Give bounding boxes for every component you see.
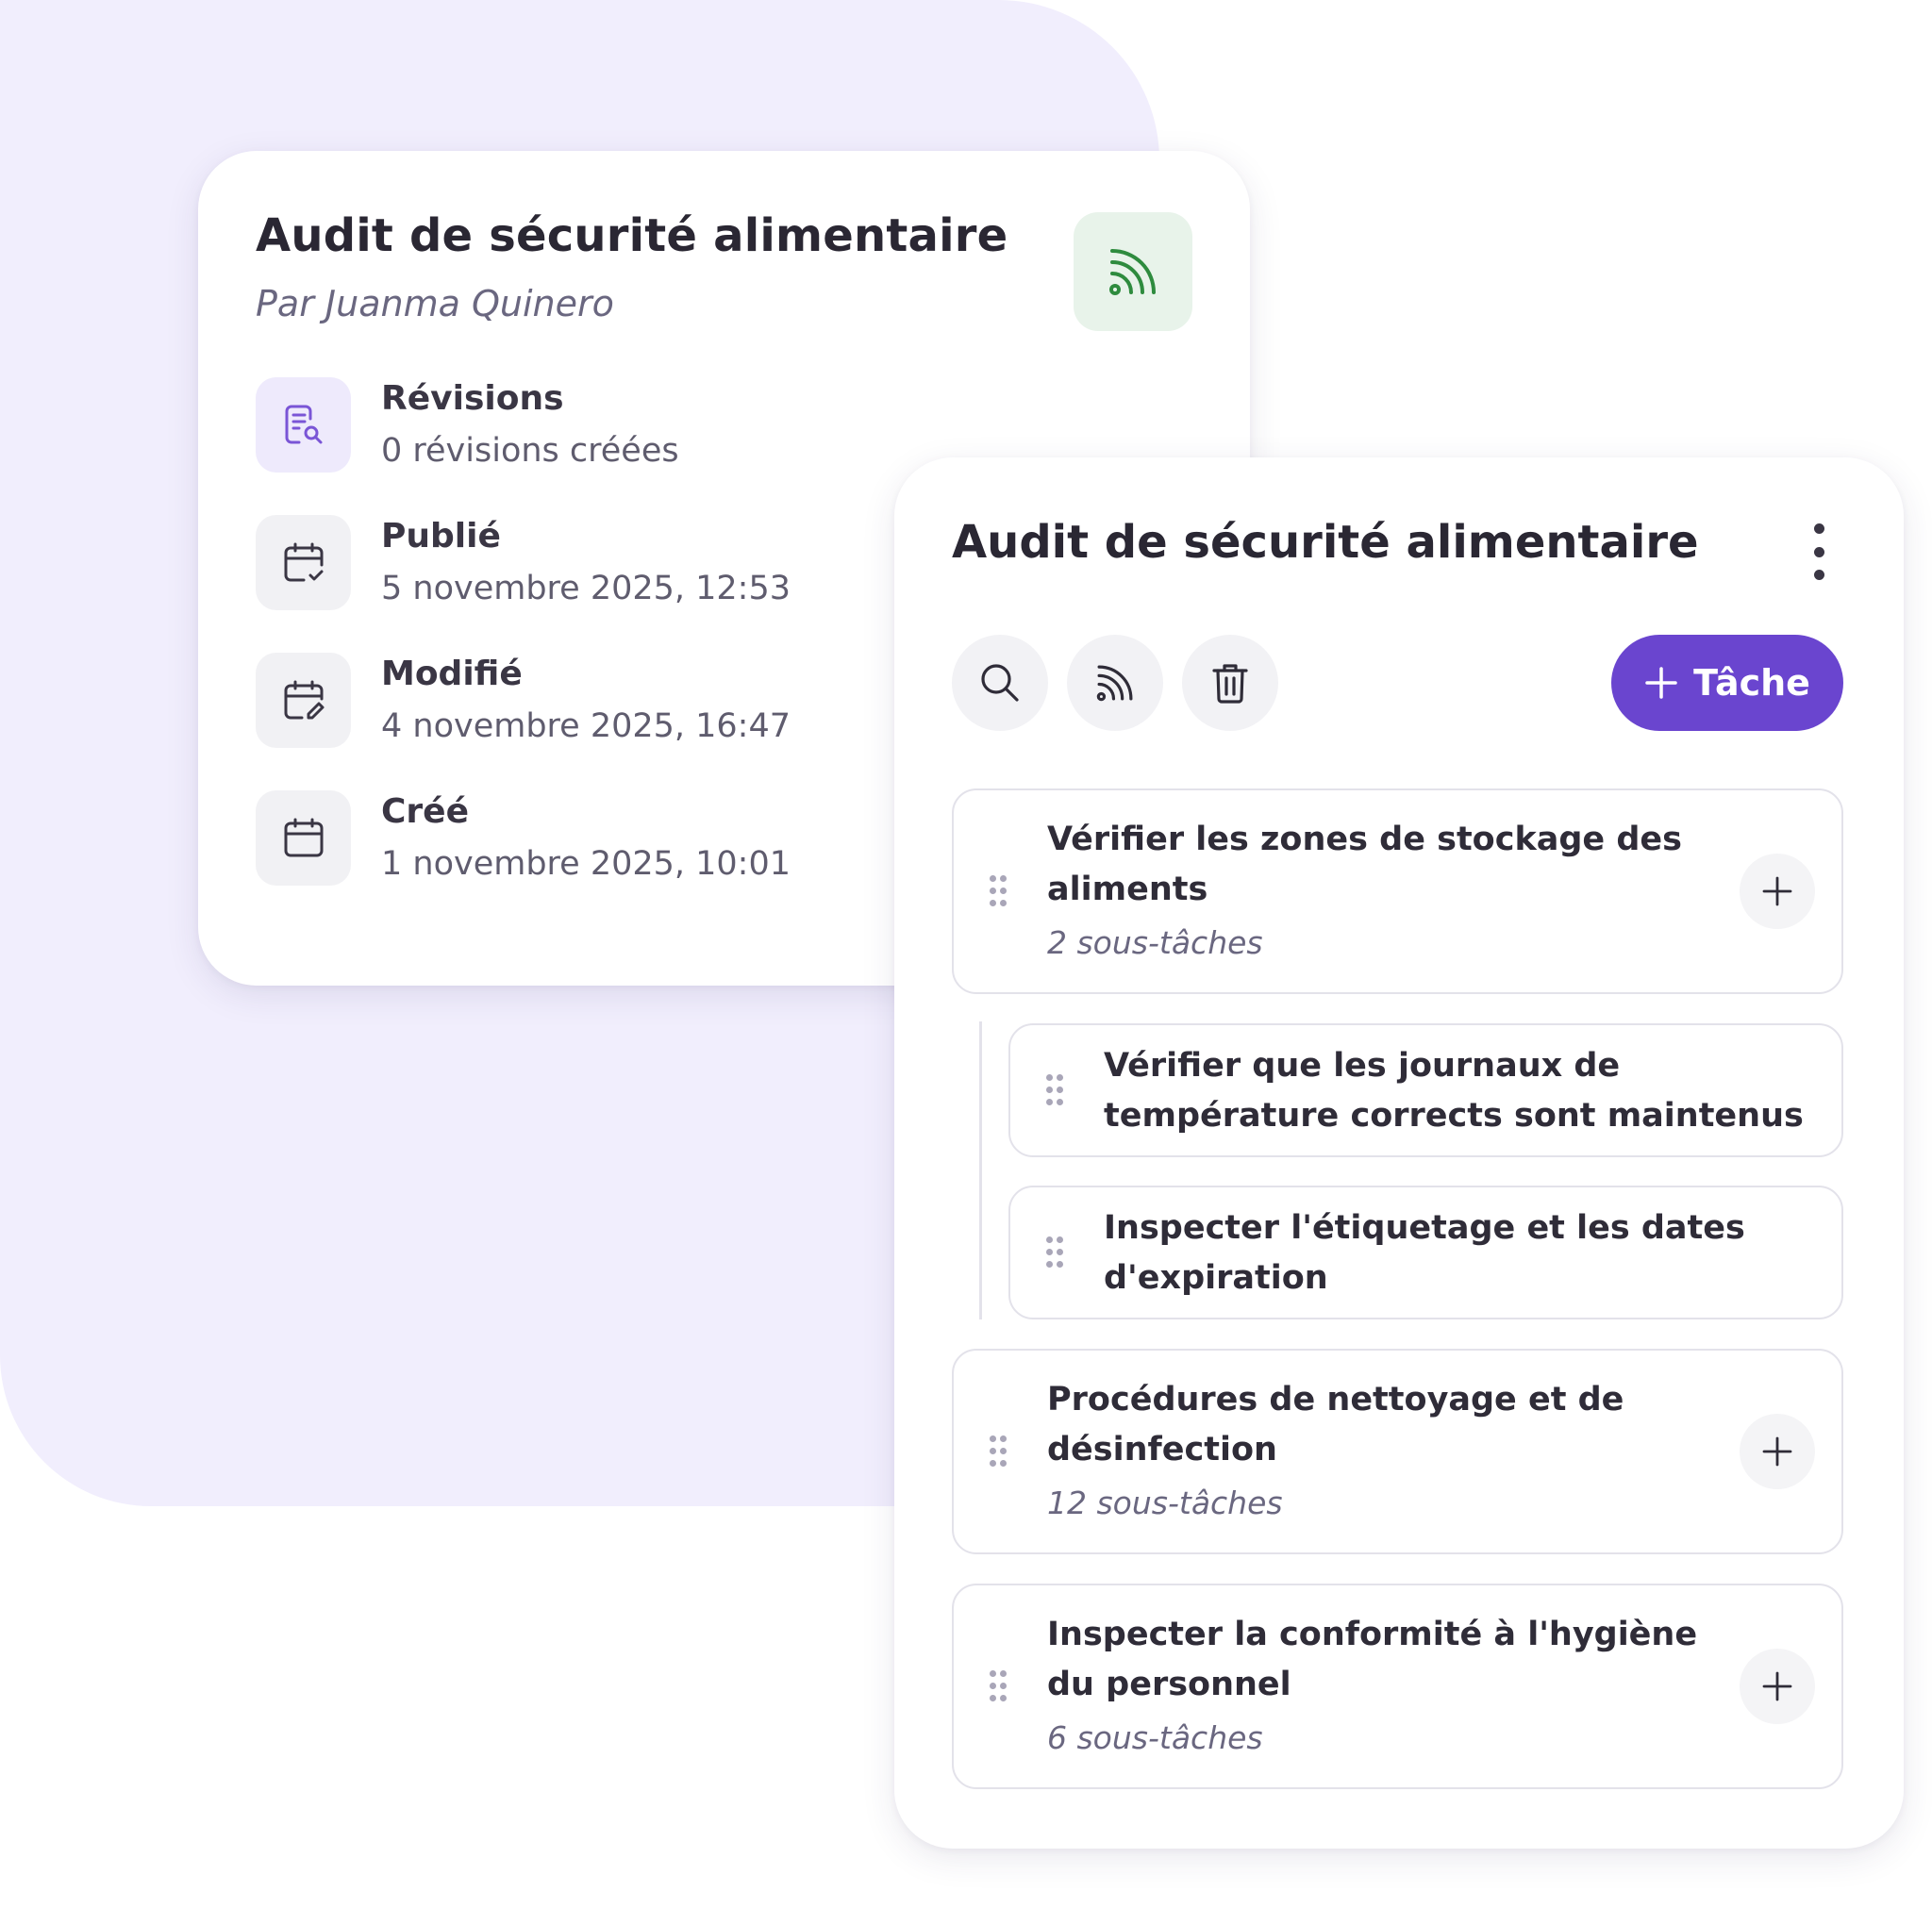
task-item[interactable]: Vérifier les zones de stockage des alime… <box>952 788 1843 994</box>
info-icon-box <box>256 515 351 610</box>
subtask-title: Vérifier que les journaux de température… <box>1104 1047 1804 1135</box>
created-label: Créé <box>381 792 470 831</box>
revisions-label: Révisions <box>381 379 564 418</box>
rss-feed-icon <box>1109 249 1156 295</box>
kebab-menu-icon-dot <box>1813 546 1824 557</box>
task-item[interactable]: Inspecter la conformité à l'hygiène du p… <box>952 1584 1843 1789</box>
subtask-count: 12 sous-tâches <box>1047 1485 1283 1521</box>
feed-status-badge[interactable] <box>1074 212 1192 331</box>
add-subtask-button[interactable] <box>1740 1414 1815 1489</box>
subtask-count: 2 sous-tâches <box>1047 924 1263 961</box>
created-value: 1 novembre 2025, 10:01 <box>381 845 791 883</box>
plus-icon <box>1762 1436 1792 1467</box>
search-button[interactable] <box>952 635 1048 731</box>
subtask-title: Inspecter l'étiquetage et les dates d'ex… <box>1104 1209 1745 1297</box>
trash-icon <box>1212 664 1248 704</box>
plus-icon <box>1762 876 1792 906</box>
document-title: Audit de sécurité alimentaire <box>256 209 1008 262</box>
info-icon-box <box>256 377 351 473</box>
document-author: Par Juanma Quinero <box>256 283 614 324</box>
feed-button[interactable] <box>1067 635 1163 731</box>
task-item[interactable]: Procédures de nettoyage et de désinfecti… <box>952 1349 1843 1554</box>
calendar-edit-icon <box>284 680 324 719</box>
add-task-button[interactable]: Tâche <box>1611 635 1843 731</box>
plus-icon <box>1762 1671 1792 1701</box>
drag-handle-icon[interactable] <box>990 1670 1007 1702</box>
subtask-connector-line <box>979 1021 982 1319</box>
modified-value: 4 novembre 2025, 16:47 <box>381 707 791 745</box>
info-row-revisions: Révisions 0 révisions créées <box>256 377 916 481</box>
delete-button[interactable] <box>1182 635 1278 731</box>
drag-handle-icon[interactable] <box>990 875 1007 907</box>
subtask-item[interactable]: Inspecter l'étiquetage et les dates d'ex… <box>1008 1186 1843 1319</box>
calendar-icon <box>284 818 323 856</box>
drag-handle-icon[interactable] <box>1046 1236 1063 1269</box>
search-icon <box>981 664 1019 702</box>
plus-icon <box>1645 667 1677 699</box>
published-value: 5 novembre 2025, 12:53 <box>381 570 791 607</box>
kebab-menu-icon-dot <box>1813 570 1824 580</box>
document-search-icon <box>285 405 322 443</box>
add-subtask-button[interactable] <box>1740 1649 1815 1724</box>
task-title: Inspecter la conformité à l'hygiène du p… <box>1047 1616 1698 1703</box>
modified-label: Modifié <box>381 655 523 693</box>
add-task-label: Tâche <box>1693 662 1810 704</box>
revisions-value: 0 révisions créées <box>381 432 679 470</box>
subtask-item[interactable]: Vérifier que les journaux de température… <box>1008 1023 1843 1157</box>
info-icon-box <box>256 790 351 886</box>
calendar-check-icon <box>284 542 323 581</box>
published-label: Publié <box>381 517 501 556</box>
info-row-created: Créé 1 novembre 2025, 10:01 <box>256 790 916 894</box>
task-title: Vérifier les zones de stockage des alime… <box>1047 821 1682 908</box>
info-row-published: Publié 5 novembre 2025, 12:53 <box>256 515 916 619</box>
kebab-menu-icon-dot <box>1813 523 1824 534</box>
tasks-title: Audit de sécurité alimentaire <box>952 516 1699 569</box>
drag-handle-icon[interactable] <box>1046 1074 1063 1106</box>
task-title: Procédures de nettoyage et de désinfecti… <box>1047 1381 1624 1468</box>
add-subtask-button[interactable] <box>1740 854 1815 929</box>
info-row-modified: Modifié 4 novembre 2025, 16:47 <box>256 653 916 756</box>
more-options-button[interactable] <box>1805 523 1833 580</box>
rss-feed-icon <box>1096 665 1133 702</box>
drag-handle-icon[interactable] <box>990 1435 1007 1468</box>
tasks-card: Audit de sécurité alimentaire Tâche Véri… <box>894 457 1904 1849</box>
subtask-count: 6 sous-tâches <box>1047 1719 1263 1756</box>
info-icon-box <box>256 653 351 748</box>
